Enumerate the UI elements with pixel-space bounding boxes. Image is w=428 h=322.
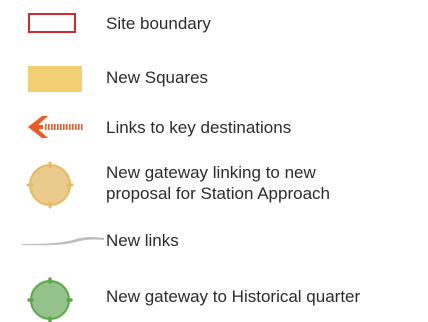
legend-label-new-squares: New Squares (106, 68, 209, 87)
station-gateway-circle (29, 164, 71, 206)
legend-label-key-destinations: Links to key destinations (106, 118, 292, 137)
legend-label-site-boundary: Site boundary (106, 14, 211, 33)
historical-gateway-circle (30, 280, 70, 320)
legend-label-station-gateway-line1: New gateway linking to new (106, 163, 316, 182)
legend-label-historical-gateway: New gateway to Historical quarter (106, 287, 361, 306)
arrow-tail-bar (39, 125, 43, 129)
arrow-tail-ticks (45, 124, 83, 130)
station-gateway-circle-icon (26, 161, 74, 209)
historical-gateway-circle-icon (27, 277, 73, 322)
map-legend: Site boundary New Squares Links to key d… (0, 0, 428, 322)
key-destination-arrow-icon (28, 116, 83, 138)
new-links-line (22, 236, 104, 246)
new-squares-swatch (28, 66, 82, 92)
legend-label-new-links: New links (106, 231, 179, 250)
legend-label-station-gateway-line2: proposal for Station Approach (106, 184, 330, 203)
legend-label-station-gateway: New gateway linking to new proposal for … (106, 162, 330, 204)
site-boundary-swatch (28, 13, 76, 33)
new-links-line-icon (22, 236, 104, 246)
